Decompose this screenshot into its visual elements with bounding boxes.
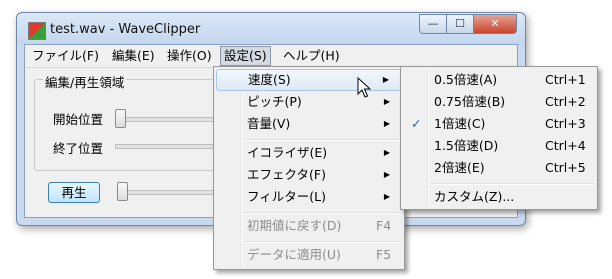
menu-item-speed-1x[interactable]: ✓ 1倍速(C) Ctrl+3 [403,113,595,135]
menu-item-speed-0-75x[interactable]: 0.75倍速(B) Ctrl+2 [403,91,595,113]
menu-item-effector[interactable]: エフェクタ(F) ▶ [216,164,402,186]
app-icon [28,22,46,40]
window-controls: — ☐ ✕ [419,14,517,34]
shortcut-label: F4 [376,218,392,233]
end-position-label: 終了位置 [53,141,104,156]
check-icon: ✓ [411,116,422,131]
play-button[interactable]: 再生 [48,182,100,203]
menu-item-speed-2x[interactable]: 2倍速(E) Ctrl+5 [403,157,595,179]
menu-bar: ファイル(F) 編集(E) 操作(O) 設定(S) ヘルプ(H) [25,45,517,68]
menu-separator [431,183,594,185]
start-position-slider-thumb[interactable] [115,109,126,128]
menu-item-apply-to-data: データに適用(U) F5 [216,244,402,266]
menu-item-speed[interactable]: 速度(S) ▶ [216,69,402,91]
menu-separator [244,241,401,243]
menu-separator [244,139,401,141]
menu-edit[interactable]: 編集(E) [109,47,158,65]
start-position-track[interactable] [115,117,227,122]
shortcut-label: F5 [376,247,392,262]
title-bar[interactable]: test.wav - WaveClipper — ☐ ✕ [17,13,525,45]
menu-item-speed-0-5x[interactable]: 0.5倍速(A) Ctrl+1 [403,69,595,91]
menu-item-filter[interactable]: フィルター(L) ▶ [216,186,402,208]
menu-item-pitch[interactable]: ピッチ(P) ▶ [216,91,402,113]
submenu-arrow-icon: ▶ [383,170,390,179]
close-button[interactable]: ✕ [474,14,517,34]
submenu-arrow-icon: ▶ [382,75,389,84]
group-title: 編集/再生領域 [43,72,127,91]
mouse-cursor-icon [357,77,371,98]
menu-item-speed-1-5x[interactable]: 1.5倍速(D) Ctrl+4 [403,135,595,157]
start-position-label: 開始位置 [53,112,104,127]
menu-file[interactable]: ファイル(F) [29,47,102,65]
submenu-arrow-icon: ▶ [383,119,390,128]
menu-item-volume[interactable]: 音量(V) ▶ [216,113,402,135]
submenu-arrow-icon: ▶ [383,97,390,106]
menu-item-reset-default: 初期値に戻す(D) F4 [216,215,402,237]
submenu-arrow-icon: ▶ [383,192,390,201]
menu-operation[interactable]: 操作(O) [164,47,215,65]
menu-help[interactable]: ヘルプ(H) [280,47,343,65]
submenu-arrow-icon: ▶ [383,148,390,157]
minimize-button[interactable]: — [419,14,447,34]
window-title: test.wav - WaveClipper [50,22,201,37]
menu-item-equalizer[interactable]: イコライザ(E) ▶ [216,142,402,164]
menu-item-speed-custom[interactable]: カスタム(Z)... [403,186,595,208]
settings-menu: 速度(S) ▶ ピッチ(P) ▶ 音量(V) ▶ イコライザ(E) ▶ エフェク… [213,66,405,270]
playback-position-track[interactable] [117,190,227,195]
playback-position-slider-thumb[interactable] [117,182,128,201]
menu-separator [244,212,401,214]
end-position-track[interactable] [115,144,227,149]
menu-settings[interactable]: 設定(S) [220,46,271,66]
maximize-button[interactable]: ☐ [447,14,474,34]
speed-submenu: 0.5倍速(A) Ctrl+1 0.75倍速(B) Ctrl+2 ✓ 1倍速(C… [400,66,598,210]
